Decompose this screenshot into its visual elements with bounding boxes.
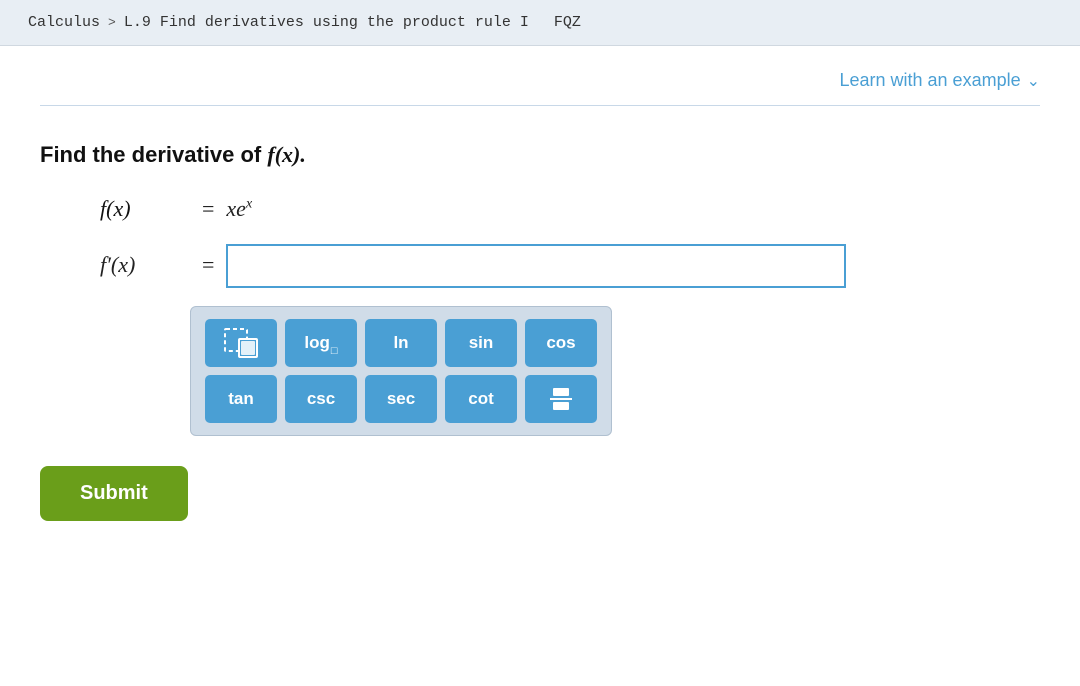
question-prompt: Find the derivative of f(x). (40, 142, 1040, 168)
fraction-button[interactable] (525, 375, 597, 423)
given-label: f(x) (100, 196, 190, 222)
keypad-popup: log□ ln sin cos tan (190, 306, 612, 436)
answer-input-row: f′(x) = (100, 244, 1040, 288)
breadcrumb-tag: FQZ (554, 14, 581, 31)
cot-button[interactable]: cot (445, 375, 517, 423)
tan-button[interactable]: tan (205, 375, 277, 423)
learn-example-link[interactable]: Learn with an example ⌄ (839, 70, 1040, 91)
learn-example-container: Learn with an example ⌄ (40, 70, 1040, 106)
submit-label: Submit (80, 482, 148, 504)
keypad-row-1: log□ ln sin cos (205, 319, 597, 367)
bracket-icon (223, 327, 259, 359)
csc-button[interactable]: csc (285, 375, 357, 423)
breadcrumb-bar: Calculus > L.9 Find derivatives using th… (0, 0, 1080, 46)
learn-example-label: Learn with an example (839, 70, 1020, 91)
prompt-text: Find the derivative of (40, 142, 267, 167)
given-equation-row: f(x) = xex (100, 196, 1040, 222)
prompt-function: f(x). (267, 142, 305, 167)
answer-label: f′(x) (100, 244, 190, 278)
given-value: xex (226, 196, 252, 222)
fraction-icon (550, 388, 572, 410)
sin-button[interactable]: sin (445, 319, 517, 367)
breadcrumb-lesson[interactable]: L.9 Find derivatives using the product r… (124, 14, 529, 31)
submit-button[interactable]: Submit (40, 466, 188, 521)
main-content: Learn with an example ⌄ Find the derivat… (0, 46, 1080, 551)
keypad-row-2: tan csc sec cot (205, 375, 597, 423)
answer-input[interactable] (226, 244, 846, 288)
answer-equals: = (202, 244, 214, 278)
breadcrumb-chevron: > (108, 15, 116, 30)
log-button[interactable]: log□ (285, 319, 357, 367)
ln-button[interactable]: ln (365, 319, 437, 367)
sec-button[interactable]: sec (365, 375, 437, 423)
learn-example-chevron-icon: ⌄ (1027, 71, 1040, 91)
cos-button[interactable]: cos (525, 319, 597, 367)
breadcrumb-subject[interactable]: Calculus (28, 14, 100, 31)
bracket-button[interactable] (205, 319, 277, 367)
given-equals: = (202, 196, 214, 222)
math-section: f(x) = xex f′(x) = (100, 196, 1040, 436)
